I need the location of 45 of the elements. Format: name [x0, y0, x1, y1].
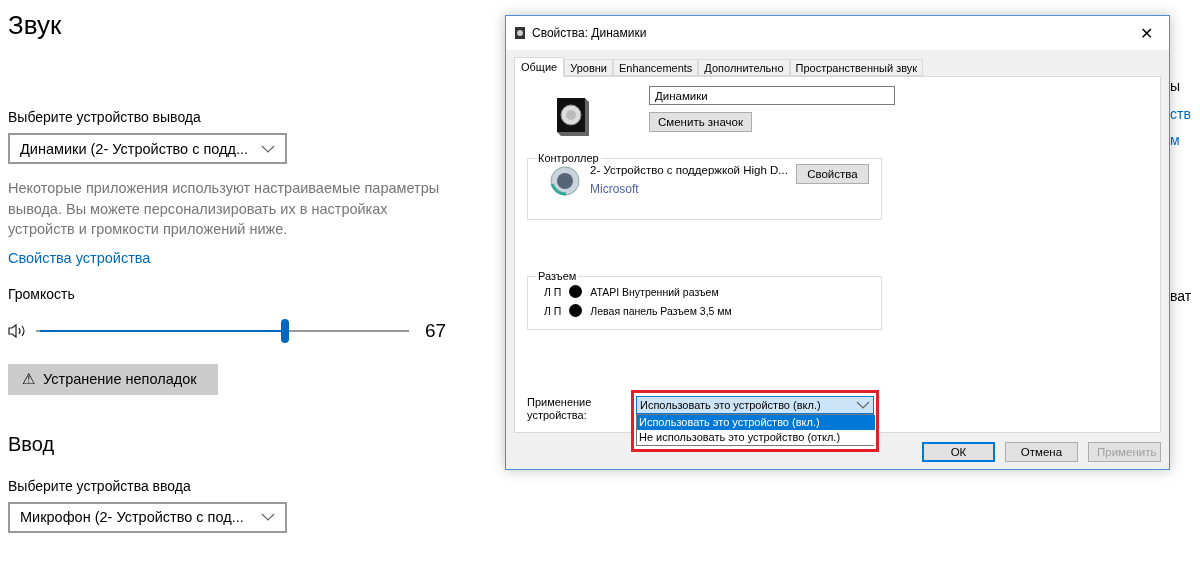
output-label: Выберите устройство вывода	[8, 109, 202, 125]
speaker-icon	[514, 26, 526, 40]
device-properties-link[interactable]: Свойства устройства	[8, 249, 151, 266]
volume-label: Громкость	[8, 285, 76, 302]
properties-button[interactable]: Свойства	[795, 164, 869, 184]
chevron-down-icon	[261, 144, 275, 153]
close-button[interactable]: ✕	[1131, 22, 1161, 44]
dropdown-option[interactable]: Использовать это устройство (вкл.)	[637, 415, 875, 430]
link-fragment[interactable]: м	[1170, 132, 1192, 148]
tab[interactable]: Уровни	[564, 59, 613, 76]
speaker-icon	[548, 164, 582, 198]
group-title: Контроллер	[537, 152, 600, 164]
channels-text: Л П	[544, 285, 562, 298]
jack-name: Левая панель Разъем 3,5 мм	[590, 304, 732, 317]
description-text: Некоторые приложения используют настраиваемые параметры вывода. Вы можете персонализировать их в настройках устройств и громкости приложений ниже.	[8, 179, 441, 239]
troubleshoot-button[interactable]: ⚠ Устранение неполадок	[8, 363, 218, 395]
input-label: Выберите устройства ввода	[8, 477, 192, 494]
tab[interactable]: Общие	[514, 57, 565, 77]
channels-text: Л П	[544, 304, 562, 317]
usage-label: Применение устройства:	[527, 396, 593, 422]
chevron-down-icon	[856, 401, 870, 409]
dialog-button[interactable]: ОК	[922, 442, 995, 462]
group-title: Разъем	[537, 270, 578, 282]
dialog-button[interactable]: Отмена	[1005, 442, 1078, 462]
text-fragment: ы	[1170, 78, 1182, 94]
usage-select[interactable]: Использовать это устройство (вкл.)	[636, 396, 874, 414]
link-fragment[interactable]: ств	[1170, 106, 1192, 122]
tab[interactable]: Пространственный звук	[789, 59, 924, 76]
vendor-name: Microsoft	[590, 182, 640, 196]
page-title: Звук	[8, 10, 63, 41]
chevron-down-icon	[261, 513, 275, 521]
text-fragment: ват	[1170, 288, 1192, 304]
change-icon-button[interactable]: Сменить значок	[649, 112, 753, 132]
dialog-title: Свойства: Динамики	[532, 26, 648, 40]
controller-name: 2- Устройство с поддержкой High D...	[590, 164, 788, 176]
device-name-field[interactable]: Динамики	[649, 86, 895, 105]
tab[interactable]: Дополнительно	[698, 59, 790, 76]
volume-thumb[interactable]	[280, 318, 289, 343]
tab[interactable]: Enhancements	[612, 59, 699, 76]
volume-value: 67	[425, 319, 447, 342]
input-device-select[interactable]: Микрофон (2- Устройство с под...	[8, 501, 287, 533]
input-heading: Ввод	[8, 432, 56, 456]
output-device-select[interactable]: Динамики (2- Устройство с подд...	[8, 133, 287, 164]
dropdown-option[interactable]: Не использовать это устройство (откл.)	[637, 430, 875, 445]
jack-name: ATAPI Внутренний разъем	[590, 285, 719, 298]
